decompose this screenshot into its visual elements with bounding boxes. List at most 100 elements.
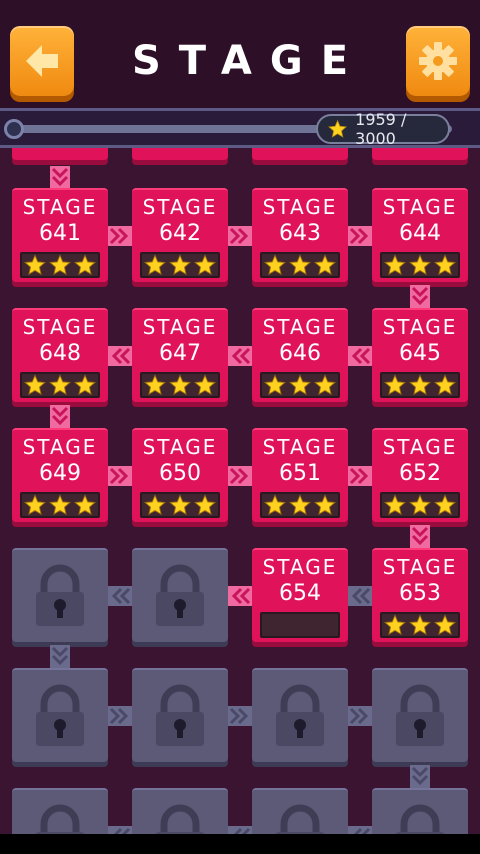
path-connector-left <box>228 826 252 834</box>
stage-tile-partial[interactable] <box>12 148 108 160</box>
stage-tile[interactable]: STAGE 650 <box>132 428 228 522</box>
stage-tile-partial[interactable] <box>132 148 228 160</box>
locked-stage-tile[interactable] <box>132 788 228 834</box>
stage-select-screen: STAGE 641 STAGE 642 STAGE 643 STAGE 644 STAGE 648… <box>0 0 480 854</box>
locked-stage-tile[interactable] <box>132 548 228 642</box>
path-connector-left <box>348 586 372 606</box>
locked-stage-tile[interactable] <box>372 788 468 834</box>
star-filled-icon <box>314 494 337 516</box>
stage-tile[interactable]: STAGE 643 <box>252 188 348 282</box>
star-filled-icon <box>383 614 406 636</box>
star-counter: 1959 / 3000 <box>316 110 450 148</box>
star-filled-icon <box>263 374 286 396</box>
stage-tile-label: STAGE <box>382 435 458 459</box>
star-rating <box>380 612 460 638</box>
stage-number: 641 <box>39 221 81 246</box>
stage-number: 643 <box>279 221 321 246</box>
star-filled-icon <box>74 374 97 396</box>
path-connector-right <box>348 466 372 486</box>
padlock-icon <box>396 804 444 834</box>
locked-stage-tile[interactable] <box>12 788 108 834</box>
stage-number: 645 <box>399 341 441 366</box>
path-connector-left <box>348 826 372 834</box>
stage-tile[interactable]: STAGE 641 <box>12 188 108 282</box>
star-filled-icon <box>23 494 46 516</box>
star-filled-icon <box>194 374 217 396</box>
star-filled-icon <box>49 254 71 276</box>
star-filled-icon <box>49 494 71 516</box>
star-filled-icon <box>263 254 286 276</box>
star-rating <box>20 492 100 518</box>
path-connector-down <box>50 405 70 429</box>
stage-number: 650 <box>159 461 201 486</box>
star-filled-icon <box>74 494 97 516</box>
path-connector-right <box>108 706 132 726</box>
stage-tile-label: STAGE <box>142 315 218 339</box>
stage-number: 648 <box>39 341 81 366</box>
path-connector-right <box>348 226 372 246</box>
stage-tile[interactable]: STAGE 646 <box>252 308 348 402</box>
star-filled-icon <box>143 374 166 396</box>
star-rating <box>140 252 220 278</box>
padlock-icon <box>156 804 204 834</box>
star-filled-icon <box>194 494 217 516</box>
stage-tile-partial[interactable] <box>252 148 348 160</box>
path-connector-down <box>410 285 430 309</box>
progress-bar: 1959 / 3000 <box>0 108 480 148</box>
star-filled-icon <box>434 254 457 276</box>
padlock-icon <box>156 684 204 746</box>
star-rating <box>260 612 340 638</box>
star-filled-icon <box>49 374 71 396</box>
stage-tile[interactable]: STAGE 654 <box>252 548 348 642</box>
gear-icon <box>419 42 457 80</box>
stage-number: 652 <box>399 461 441 486</box>
locked-stage-tile[interactable] <box>132 668 228 762</box>
padlock-icon <box>36 804 84 834</box>
path-connector-left <box>108 826 132 834</box>
stage-tile-label: STAGE <box>142 435 218 459</box>
star-filled-icon <box>169 254 191 276</box>
settings-button[interactable] <box>406 26 470 96</box>
padlock-icon <box>276 684 324 746</box>
stage-tile[interactable]: STAGE 648 <box>12 308 108 402</box>
path-connector-down <box>410 525 430 549</box>
stage-tile[interactable]: STAGE 652 <box>372 428 468 522</box>
stage-map[interactable]: STAGE 641 STAGE 642 STAGE 643 STAGE 644 STAGE 648… <box>0 148 480 834</box>
locked-stage-tile[interactable] <box>12 668 108 762</box>
locked-stage-tile[interactable] <box>12 548 108 642</box>
star-filled-icon <box>23 254 46 276</box>
stage-tile[interactable]: STAGE 642 <box>132 188 228 282</box>
star-filled-icon <box>143 254 166 276</box>
stage-tile-partial[interactable] <box>372 148 468 160</box>
star-filled-icon <box>143 494 166 516</box>
bottom-bar <box>0 834 480 854</box>
path-connector-right <box>348 706 372 726</box>
locked-stage-tile[interactable] <box>252 668 348 762</box>
star-filled-icon <box>23 374 46 396</box>
path-connector-right <box>228 706 252 726</box>
padlock-icon <box>156 564 204 626</box>
stage-tile-label: STAGE <box>22 195 98 219</box>
locked-stage-tile[interactable] <box>372 668 468 762</box>
star-filled-icon <box>289 374 311 396</box>
star-icon <box>328 119 348 138</box>
star-rating <box>380 372 460 398</box>
stage-tile[interactable]: STAGE 647 <box>132 308 228 402</box>
stage-tile[interactable]: STAGE 645 <box>372 308 468 402</box>
star-filled-icon <box>409 374 431 396</box>
path-connector-right <box>108 466 132 486</box>
stage-tile[interactable]: STAGE 649 <box>12 428 108 522</box>
star-rating <box>140 492 220 518</box>
stage-tile[interactable]: STAGE 644 <box>372 188 468 282</box>
stage-number: 642 <box>159 221 201 246</box>
star-rating <box>20 372 100 398</box>
star-rating <box>260 492 340 518</box>
stage-tile[interactable]: STAGE 651 <box>252 428 348 522</box>
stage-tile-label: STAGE <box>382 195 458 219</box>
path-connector-down <box>410 765 430 789</box>
path-connector-left <box>108 586 132 606</box>
padlock-icon <box>396 684 444 746</box>
locked-stage-tile[interactable] <box>252 788 348 834</box>
stage-tile[interactable]: STAGE 653 <box>372 548 468 642</box>
star-rating <box>140 372 220 398</box>
